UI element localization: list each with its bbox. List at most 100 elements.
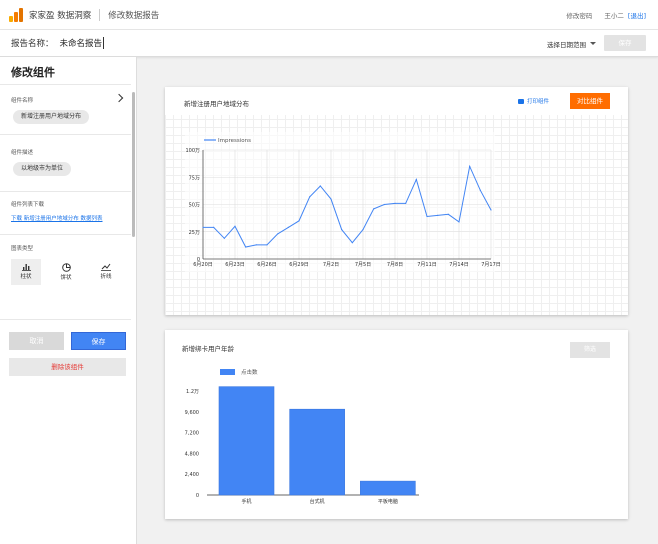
data-point: [223, 237, 225, 239]
pie-chart-icon: [61, 263, 71, 272]
data-point: [202, 226, 204, 228]
data-point: [245, 246, 247, 248]
chart-type-line[interactable]: 折线: [91, 259, 121, 285]
print-widget-link[interactable]: 打印组件: [518, 97, 549, 105]
y-tick-label: 2,400: [185, 472, 199, 478]
widget-desc-label: 组件描述: [11, 150, 34, 156]
data-point: [479, 189, 481, 191]
x-tick-label: 7月11日: [417, 262, 437, 268]
chart-type-line-label: 折线: [100, 274, 112, 280]
y-tick-label: 100万: [185, 148, 200, 154]
bar-手机: [218, 386, 275, 496]
y-tick-label: 75万: [189, 175, 200, 181]
y-tick-label: 25万: [189, 230, 200, 236]
data-point: [319, 185, 321, 187]
chevron-right-icon[interactable]: [114, 93, 124, 103]
y-tick-label: 1.2万: [186, 389, 199, 395]
plot-area: [185, 132, 495, 272]
data-point: [447, 213, 449, 215]
data-point: [213, 226, 215, 228]
x-tick-label: 7月17日: [481, 262, 501, 268]
y-tick-label: 7,200: [185, 431, 199, 437]
bar-台式机: [289, 408, 345, 496]
y-tick-label: 4,800: [185, 451, 199, 457]
filter-button[interactable]: 筛选: [570, 342, 610, 358]
change-password-link[interactable]: 修改密码: [566, 10, 592, 20]
widget-name-label: 组件名称: [11, 98, 34, 104]
y-tick-label: 9,600: [185, 410, 199, 416]
chart-type-pie[interactable]: 饼状: [51, 259, 81, 285]
data-point: [373, 208, 375, 210]
data-point: [266, 244, 268, 246]
brand-name: 家家盈 数据洞察: [29, 10, 92, 21]
data-point: [458, 221, 460, 223]
chart-type-bar-label: 柱状: [20, 274, 32, 280]
divider: [0, 319, 131, 320]
legend-swatch: [220, 369, 235, 375]
data-point: [277, 233, 279, 235]
compare-widget-button[interactable]: 对比组件: [570, 93, 610, 109]
y-tick-label: 50万: [189, 203, 200, 209]
edit-widget-panel: 修改组件 组件名称 新增注册用户地域分布 组件描述 以地级市为单位 组件列表下载…: [0, 57, 137, 544]
page-title: 修改数据报告: [108, 10, 160, 21]
report-name-label: 报告名称：: [11, 39, 54, 49]
data-point: [255, 244, 257, 246]
printer-icon: [518, 99, 524, 104]
chart-type-bar[interactable]: 柱状: [11, 259, 41, 285]
data-point: [490, 209, 492, 211]
date-range-dropdown[interactable]: 选择日期范围: [547, 39, 596, 49]
legend-label: 点击数: [241, 368, 258, 376]
logo-icon: [9, 7, 23, 22]
print-widget-label: 打印组件: [527, 99, 550, 105]
widget-card-age[interactable]: 新增绑卡用户年龄 筛选 0 2,400 4,800 7,200 9,600 1.2万 点击数…: [165, 330, 628, 519]
divider: [0, 191, 131, 192]
download-link[interactable]: 下载 新增注册用户地域分布 数据列表: [11, 214, 103, 222]
divider: [0, 84, 131, 85]
sidebar-scrollbar[interactable]: [132, 92, 135, 237]
data-point: [383, 203, 385, 206]
data-point: [362, 228, 364, 231]
data-point: [330, 198, 332, 200]
report-bar: 报告名称： 未命名报告 选择日期范围 保存: [0, 30, 658, 57]
divider: [0, 234, 131, 235]
divider: [0, 134, 131, 135]
x-tick-label: 6月23日: [225, 262, 245, 268]
x-tick-label: 台式机: [310, 498, 325, 505]
data-point: [394, 202, 396, 205]
download-label: 组件列表下载: [11, 202, 45, 208]
x-tick-label: 6月20日: [193, 262, 213, 268]
x-tick-label: 7月8日: [387, 262, 403, 268]
data-point: [351, 242, 353, 244]
bar-chart: 0 2,400 4,800 7,200 9,600 1.2万 点击数手机 台式机 平板电脑: [185, 368, 419, 505]
widget-desc-chip[interactable]: 以地级市为单位: [13, 162, 72, 176]
data-point: [426, 215, 428, 218]
data-point: [415, 178, 417, 181]
x-tick-label: 7月2日: [323, 262, 339, 268]
report-name-input[interactable]: 未命名报告: [60, 37, 105, 49]
bar-chart-icon: [21, 264, 31, 271]
data-point: [405, 202, 407, 205]
card-title: 新增绑卡用户年龄: [182, 345, 234, 353]
delete-widget-button[interactable]: 删除该组件: [9, 358, 126, 376]
card-title: 新增注册用户地域分布: [184, 100, 249, 108]
bar-平板电脑: [360, 480, 416, 496]
data-point: [298, 220, 300, 222]
save-report-button[interactable]: 保存: [604, 35, 646, 51]
chart-type-pie-label: 饼状: [60, 275, 72, 281]
user-menu: 修改密码 王小二 [退出]: [566, 0, 646, 30]
save-widget-button[interactable]: 保存: [71, 332, 126, 350]
widget-name-chip[interactable]: 新增注册用户地域分布: [13, 110, 90, 124]
panel-title: 修改组件: [11, 66, 55, 79]
data-point: [309, 196, 311, 198]
x-tick-label: 7月5日: [355, 262, 371, 268]
y-tick-label: 0: [196, 493, 199, 499]
cancel-button[interactable]: 取消: [9, 332, 64, 350]
data-point: [341, 228, 343, 231]
x-tick-label: 7月14日: [449, 262, 469, 268]
widget-card-region[interactable]: 新增注册用户地域分布 打印组件 对比组件 0 25万 50万 75万 100万 6月20日…: [165, 87, 628, 315]
data-point: [437, 214, 439, 216]
x-tick-label: 平板电脑: [378, 498, 398, 505]
logout-link[interactable]: [退出]: [628, 10, 646, 20]
legend-label: Impressions: [218, 138, 251, 144]
data-point: [234, 225, 236, 227]
